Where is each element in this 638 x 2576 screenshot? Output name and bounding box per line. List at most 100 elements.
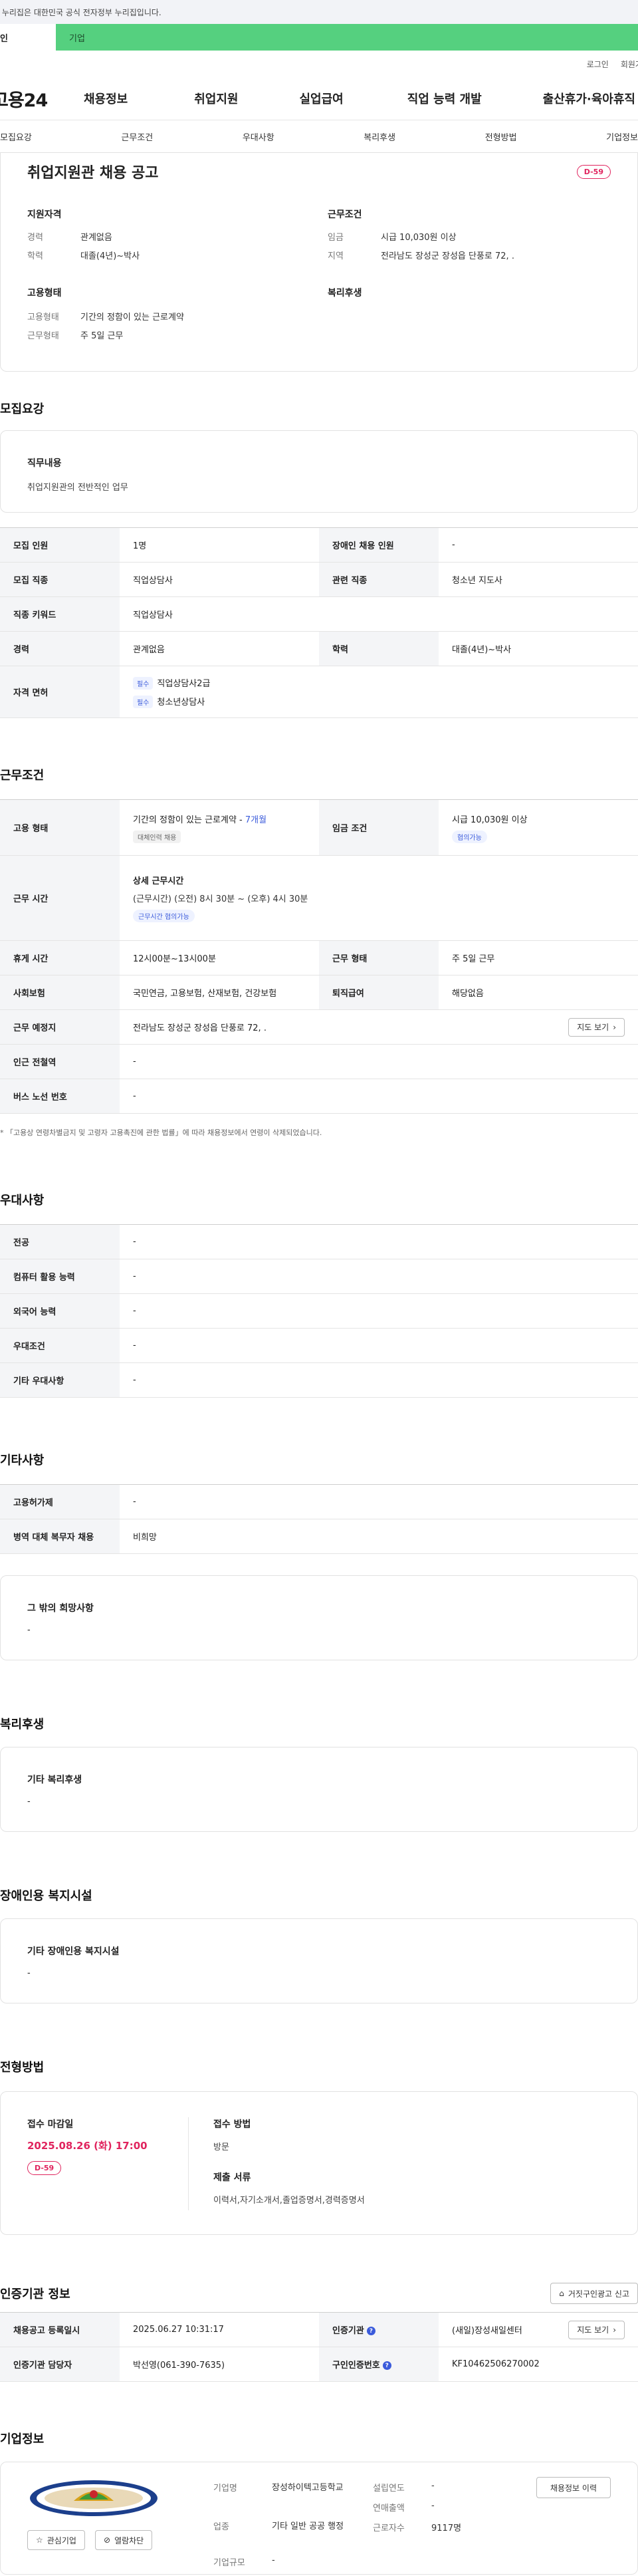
pref-label: 전공	[0, 1224, 120, 1259]
insurance-value: 국민연금, 고용보험, 산재보험, 건강보험	[120, 975, 319, 1010]
founded-value: -	[431, 2481, 435, 2491]
signup-link[interactable]: 회원가입	[621, 59, 638, 70]
table-row: 외국어 능력 -	[0, 1293, 638, 1329]
table-row: 버스 노선 번호 -	[0, 1079, 638, 1114]
gnb-item-parental-leave[interactable]: 출산휴가·육아휴직	[543, 90, 635, 107]
table-edu-value: 대졸(4년)~박사	[439, 631, 638, 666]
keyword-label: 직종 키워드	[0, 596, 120, 632]
manager-value: 박선영(061-390-7635)	[120, 2347, 319, 2382]
related-job-value: 청소년 지도사	[439, 562, 638, 597]
tab-welfare[interactable]: 복리후생	[364, 130, 395, 143]
docs-value: 이력서,자기소개서,졸업증명서,경력증명서	[213, 2196, 365, 2206]
section-tabs: 모집요강 근무조건 우대사항 복리후생 전형방법 기업정보	[0, 120, 638, 153]
gnb-item-jobs[interactable]: 채용정보	[84, 90, 128, 107]
table-row: 인근 전철역 -	[0, 1044, 638, 1079]
subway-label: 인근 전철역	[0, 1044, 120, 1079]
work-form-value: 주 5일 근무	[80, 331, 124, 341]
tab-preferences[interactable]: 우대사항	[243, 130, 274, 143]
site-logo[interactable]: 고용24	[0, 86, 78, 112]
tab-selection[interactable]: 전형방법	[485, 130, 517, 143]
welfare-section: 복리후생 기타 복리후생 -	[0, 1715, 638, 1832]
duty-box: 직무내용 취업지원관의 전반적인 업무	[0, 430, 638, 513]
favorite-company-button[interactable]: ☆ 관심기업	[27, 2530, 85, 2550]
table-row: 근무 시간 상세 근무시간 (근무시간) (오전) 8시 30분 ~ (오후) …	[0, 855, 638, 941]
emp-type-label: 고용형태	[27, 313, 59, 322]
table-row: 고용허가제 -	[0, 1484, 638, 1519]
job-value: 직업상담사	[120, 562, 319, 597]
table-row: 채용공고 등록일시 2025.06.27 10:31:17 인증기관? (새일)…	[0, 2312, 638, 2347]
org-label-cell: 인증기관?	[319, 2312, 439, 2347]
table-row: 휴게 시간 12시00분~13시00분 근무 형태 주 5일 근무	[0, 940, 638, 975]
disabled-facility-heading: 기타 장애인용 복지시설	[27, 1946, 120, 1957]
company-box: ☆ 관심기업 ⊘ 열람차단 기업명 장성하이텍고등학교 업종 기타 일반 공공 행정…	[0, 2462, 638, 2575]
deadline-heading: 접수 마감일	[27, 2119, 74, 2130]
summary-card: 취업지원관 채용 공고 D-59 지원자격 경력 관계없음 학력 대졸(4년)~…	[0, 152, 638, 372]
info-icon[interactable]: ?	[382, 2361, 391, 2370]
career-value: 관계없음	[80, 233, 112, 243]
tab-recruitment[interactable]: 모집요강	[0, 130, 32, 143]
hours-label: 근무 시간	[0, 855, 120, 941]
info-icon[interactable]: ?	[366, 2327, 375, 2335]
gnb-item-unemployment-benefit[interactable]: 실업급여	[300, 90, 344, 107]
wage-value: 시급 10,030원 이상	[381, 233, 457, 243]
method-value: 방문	[213, 2142, 229, 2152]
conditions-title: 근무조건	[0, 769, 45, 783]
tab-company-label: 기업	[69, 33, 85, 44]
agency-map-button[interactable]: 지도 보기 ›	[568, 2320, 625, 2339]
pref-value: -	[120, 1328, 638, 1363]
tab-personal-label: 개인	[0, 33, 8, 44]
place-value: 전라남도 장성군 장성읍 단풍로 72, .	[133, 1023, 266, 1033]
history-button[interactable]: 채용정보 이력	[536, 2477, 611, 2498]
gnb-item-employment-support[interactable]: 취업지원	[194, 90, 238, 107]
block-view-button[interactable]: ⊘ 열람차단	[95, 2530, 153, 2550]
wage-cond-value: 시급 10,030원 이상	[452, 815, 528, 825]
keyword-value: 직업상담사	[120, 596, 638, 632]
age-footnote: * 「고용상 연령차별금지 및 고령자 고용촉진에 관한 법률」에 따라 채용정…	[0, 1128, 322, 1137]
tab-company[interactable]: 기업정보	[606, 130, 638, 143]
license-name: 직업상담사2급	[157, 678, 211, 689]
table-row: 인증기관 담당자 박선영(061-390-7635) 구인인증번호? KF104…	[0, 2347, 638, 2382]
house-icon: ⌂	[559, 2289, 564, 2298]
wage-cond-cell: 시급 10,030원 이상 협의가능	[439, 799, 638, 856]
hours-cell: 상세 근무시간 (근무시간) (오전) 8시 30분 ~ (오후) 4시 30분…	[120, 855, 638, 941]
conditions-table: 고용 형태 기간의 정함이 있는 근로계약 - 7개월 대체인력 채용 임금 조…	[0, 799, 638, 1114]
agency-table: 채용공고 등록일시 2025.06.27 10:31:17 인증기관? (새일)…	[0, 2312, 638, 2382]
table-row: 우대조건 -	[0, 1328, 638, 1363]
pref-value: -	[120, 1224, 638, 1259]
recruitment-section: 모집요강 직무내용 취업지원관의 전반적인 업무 모집 인원 1명 장애인 채용…	[0, 400, 638, 718]
table-row: 직종 키워드 직업상담사	[0, 596, 638, 632]
severance-label: 퇴직급여	[319, 975, 439, 1010]
selection-title: 전형방법	[0, 2061, 45, 2075]
gnb-item-vocational-training[interactable]: 직업 능력 개발	[407, 90, 482, 107]
pref-value: -	[120, 1293, 638, 1329]
welfare-box-value: -	[27, 1797, 31, 1807]
work-form2-label: 근무 형태	[319, 940, 439, 975]
career-label: 경력	[27, 233, 43, 243]
report-button[interactable]: ⌂ 거짓구인광고 신고	[550, 2283, 638, 2304]
welfare-title: 복리후생	[0, 1718, 45, 1732]
report-button-label: 거짓구인광고 신고	[568, 2289, 629, 2299]
method-heading: 접수 방법	[213, 2119, 251, 2130]
duty-text: 취업지원관의 전반적인 업무	[27, 483, 128, 493]
other-table: 고용허가제 - 병역 대체 복무자 채용 비희망	[0, 1484, 638, 1554]
disabled-facility-section: 장애인용 복지시설 기타 장애인용 복지시설 -	[0, 1886, 638, 2003]
table-row: 전공 -	[0, 1224, 638, 1259]
education-label: 학력	[27, 251, 43, 261]
other-value: 비희망	[120, 1519, 638, 1554]
tab-company[interactable]: 기업	[56, 24, 638, 51]
substitute-chip: 대체인력 채용	[133, 830, 181, 843]
duty-heading: 직무내용	[27, 458, 62, 469]
audience-tabs: 개인 기업	[0, 24, 638, 51]
map-button[interactable]: 지도 보기 ›	[568, 1017, 625, 1037]
insurance-label: 사회보험	[0, 975, 120, 1010]
emp-form-label: 고용 형태	[0, 799, 120, 856]
sales-label: 연매출액	[373, 2504, 405, 2513]
login-link[interactable]: 로그인	[587, 59, 609, 70]
industry-label: 업종	[213, 2522, 229, 2532]
other-wish-value: -	[27, 1625, 31, 1635]
tab-conditions[interactable]: 근무조건	[121, 130, 153, 143]
wage-cond-label: 임금 조건	[319, 799, 439, 856]
employment-heading: 고용형태	[27, 288, 62, 299]
tab-personal[interactable]: 개인	[0, 24, 56, 51]
pref-label: 컴퓨터 활용 능력	[0, 1259, 120, 1294]
